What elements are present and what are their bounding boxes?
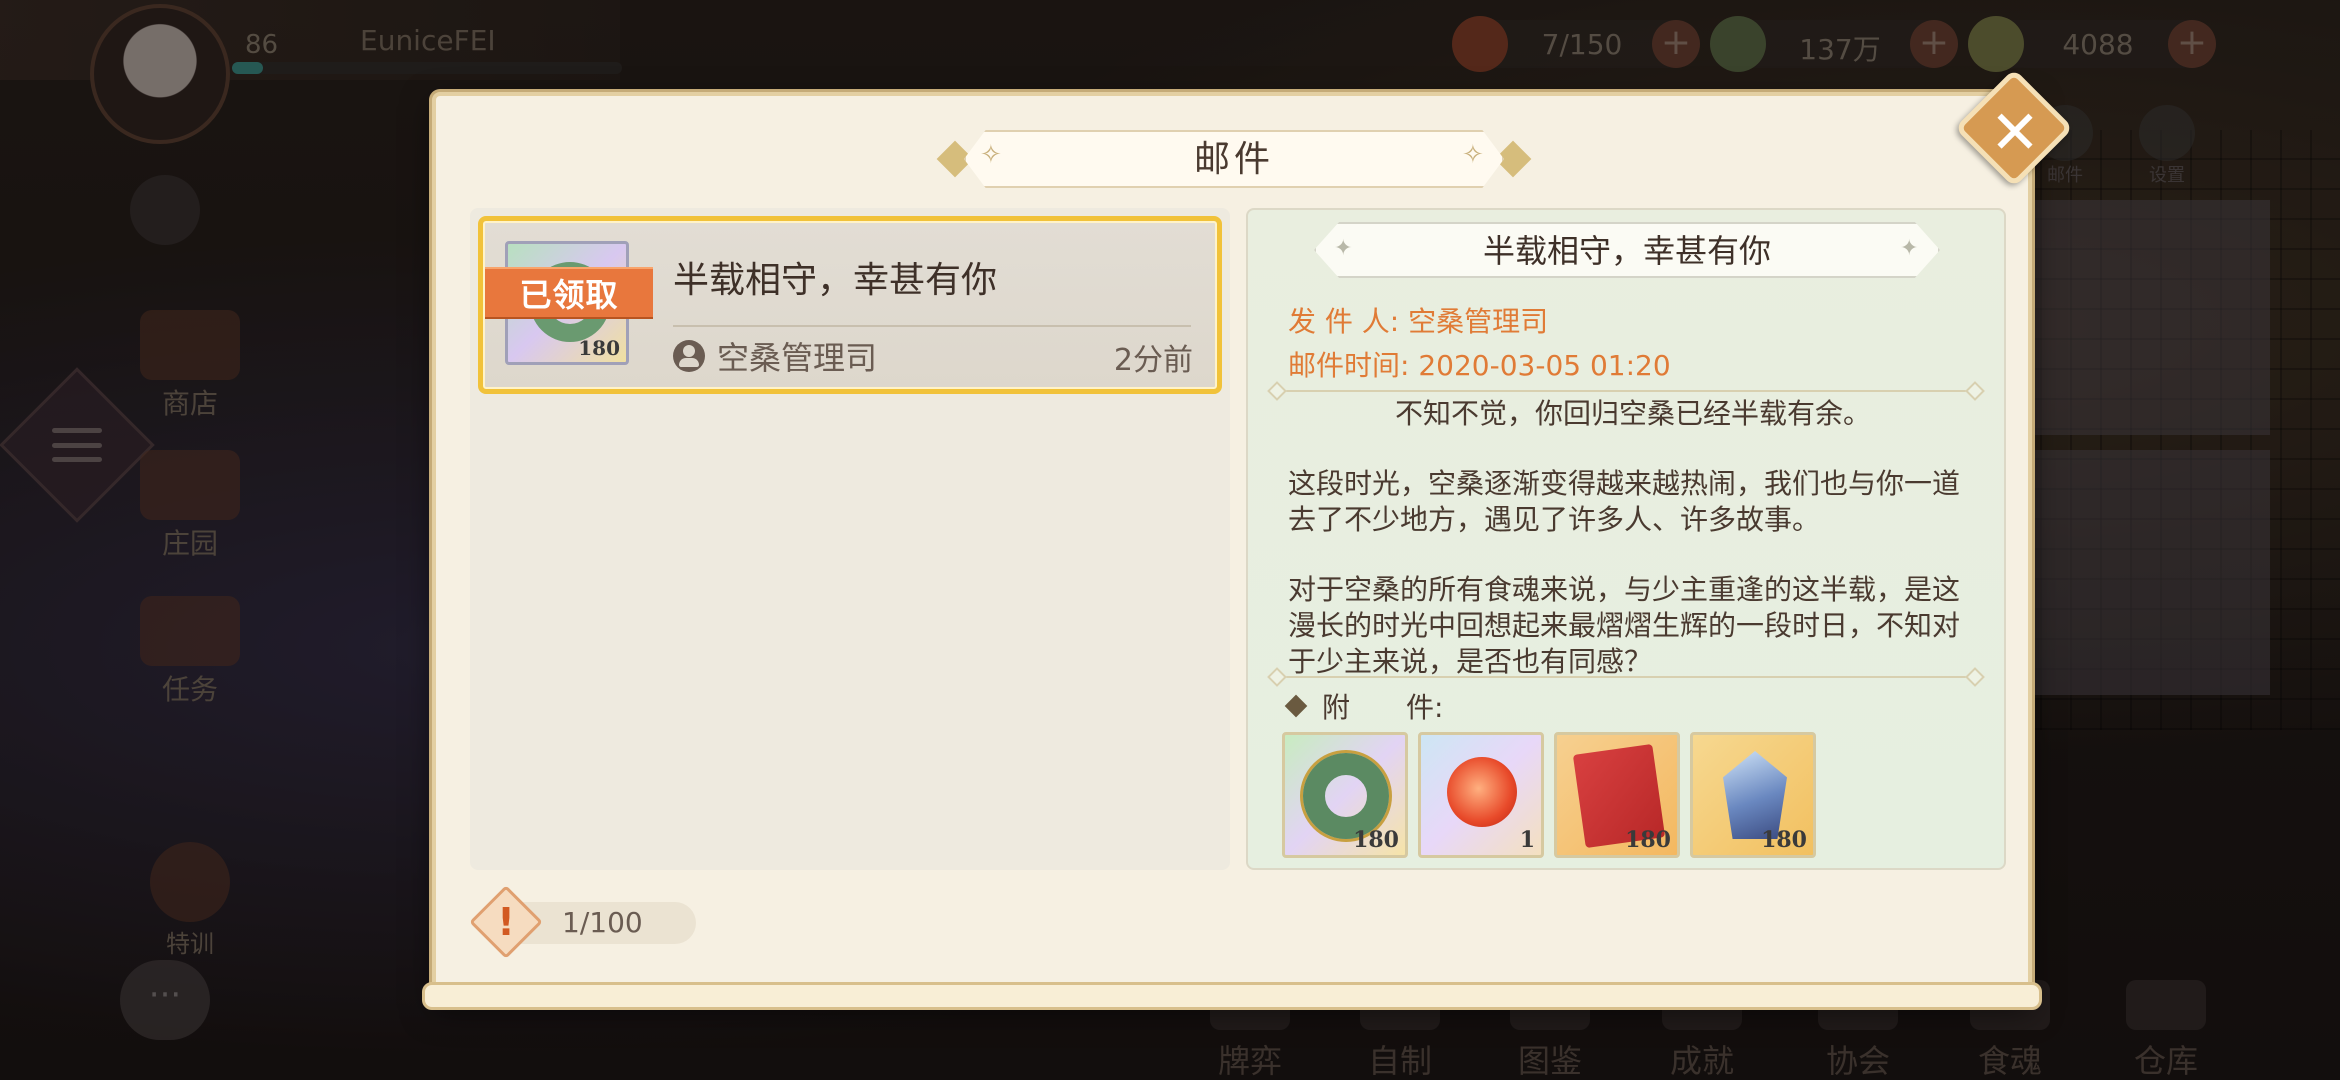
detail-time-row: 邮件时间: 2020-03-05 01:20 [1288,344,1671,384]
mail-detail-panel: 半载相守，幸甚有你 ✦ ✦ 发 件 人: 空桑管理司 邮件时间: 2020-03… [1246,208,2006,870]
mail-list-sender: 空桑管理司 [673,333,877,379]
attachments-label-text: 附 件: [1322,691,1444,724]
sparkle-icon: ✦ [1900,236,1919,261]
mail-body-paragraph: 对于空桑的所有食魂来说，与少主重逢的这半载，是这漫长的时光中回想起来最熠熠生辉的… [1288,573,1961,678]
attachment-item[interactable]: 180 [1282,732,1408,858]
diamond-bullet-icon [1284,694,1308,718]
attachment-item[interactable]: 180 [1690,732,1816,858]
attachment-item[interactable]: 180 [1554,732,1680,858]
detail-title-plate: 半载相守，幸甚有你 [1314,222,1940,278]
mail-list-time: 2分前 [1113,343,1193,378]
mail-count: 1/100 [562,906,643,939]
blue-gem-icon [1723,751,1787,839]
sender-label: 发 件 人: [1288,305,1400,338]
attachment-count: 1 [1519,827,1535,853]
attachment-count: 180 [1625,827,1671,853]
attachments-label: 附 件: [1284,686,1444,726]
mail-dialog: 邮件 ✧ ✧ ✕ 180 已领取 半载相守，幸甚有你 空桑管理司 2分前 半载相… [422,68,2074,1010]
dialog-title: 邮件 [1193,139,1274,180]
fire-spirit-icon [1447,757,1517,827]
sparkle-icon: ✧ [1462,140,1484,170]
dialog-title-plate: 邮件 [964,130,1504,188]
sparkle-icon: ✧ [980,140,1002,170]
mail-list-sender-name: 空桑管理司 [717,339,878,377]
mail-body-paragraph: 这段时光，空桑逐渐变得越来越热闹，我们也与你一道去了不少地方，遇见了许多人、许多… [1288,467,1961,536]
close-icon[interactable]: ✕ [1978,98,2052,172]
divider [673,325,1191,327]
mail-list-panel: 180 已领取 半载相守，幸甚有你 空桑管理司 2分前 [470,208,1230,870]
thumb-count: 180 [578,336,620,360]
detail-title: 半载相守，幸甚有你 [1482,232,1771,270]
detail-sender-row: 发 件 人: 空桑管理司 [1288,300,1548,340]
time-label: 邮件时间: [1288,349,1410,382]
alert-icon: ! [497,900,515,944]
sender-value: 空桑管理司 [1408,305,1549,338]
divider [1276,390,1976,392]
sparkle-icon: ✦ [1334,236,1353,261]
time-value: 2020-03-05 01:20 [1418,349,1671,382]
mail-list-item[interactable]: 180 已领取 半载相守，幸甚有你 空桑管理司 2分前 [478,216,1222,394]
mail-body-paragraph: 不知不觉，你回归空桑已经半载有余。 [1394,397,1871,430]
attachment-count: 180 [1761,827,1807,853]
attachment-item[interactable]: 1 [1418,732,1544,858]
person-icon [673,340,705,372]
claimed-badge: 已领取 [485,267,653,319]
mail-list-title: 半载相守，幸甚有你 [673,260,998,301]
attachment-count: 180 [1353,827,1399,853]
divider [1276,676,1976,678]
